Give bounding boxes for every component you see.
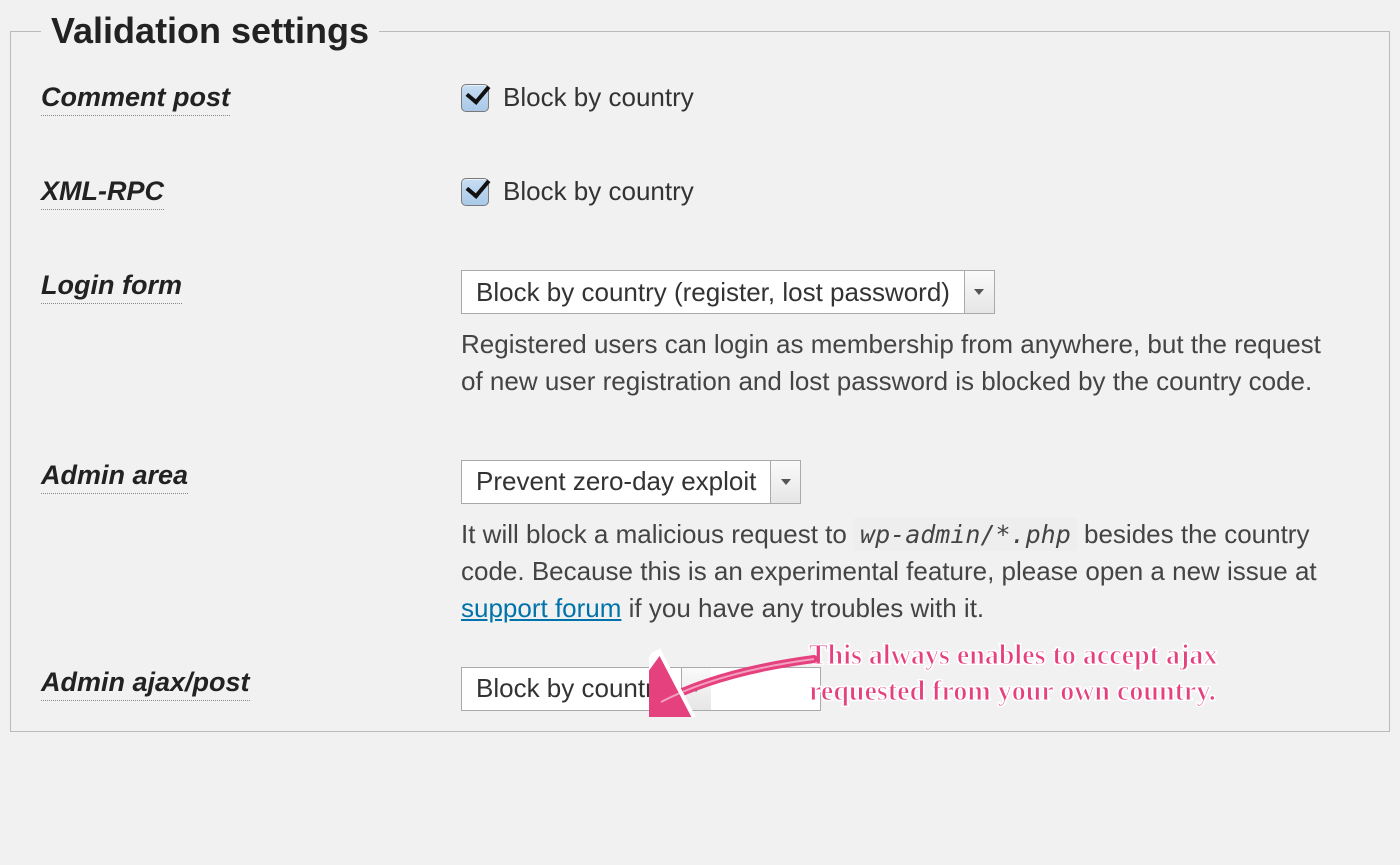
select-admin-area-value: Prevent zero-day exploit xyxy=(462,461,770,503)
support-forum-link[interactable]: support forum xyxy=(461,593,621,623)
dropdown-arrow-icon xyxy=(681,668,711,710)
admin-area-desc-pre: It will block a malicious request to xyxy=(461,519,854,549)
select-admin-ajax[interactable]: Block by country xyxy=(461,667,821,711)
admin-area-desc-post: if you have any troubles with it. xyxy=(629,593,985,623)
label-login-form: Login form xyxy=(41,270,182,304)
checkbox-label-comment-post: Block by country xyxy=(503,82,694,113)
dropdown-arrow-icon xyxy=(964,271,994,313)
select-admin-area[interactable]: Prevent zero-day exploit xyxy=(461,460,801,504)
admin-area-code-path: wp-admin/*.php xyxy=(854,518,1077,551)
label-xml-rpc: XML-RPC xyxy=(41,176,164,210)
select-admin-ajax-value: Block by country xyxy=(462,668,681,710)
select-login-form-value: Block by country (register, lost passwor… xyxy=(462,271,964,313)
label-admin-ajax: Admin ajax/post xyxy=(41,667,250,701)
row-admin-ajax: Admin ajax/post Block by country xyxy=(41,667,1359,711)
row-comment-post: Comment post Block by country xyxy=(41,82,1359,116)
row-xml-rpc: XML-RPC Block by country xyxy=(41,176,1359,210)
row-login-form: Login form Block by country (register, l… xyxy=(41,270,1359,400)
fieldset-legend: Validation settings xyxy=(41,10,379,52)
description-admin-area: It will block a malicious request to wp-… xyxy=(461,516,1341,627)
select-login-form[interactable]: Block by country (register, lost passwor… xyxy=(461,270,995,314)
validation-settings-fieldset: Validation settings Comment post Block b… xyxy=(10,10,1390,732)
row-admin-area: Admin area Prevent zero-day exploit It w… xyxy=(41,460,1359,627)
checkbox-label-xml-rpc: Block by country xyxy=(503,176,694,207)
label-comment-post: Comment post xyxy=(41,82,230,116)
description-login-form: Registered users can login as membership… xyxy=(461,326,1341,400)
label-admin-area: Admin area xyxy=(41,460,188,494)
checkbox-xml-rpc[interactable] xyxy=(461,178,489,206)
dropdown-arrow-icon xyxy=(770,461,800,503)
checkbox-comment-post[interactable] xyxy=(461,84,489,112)
